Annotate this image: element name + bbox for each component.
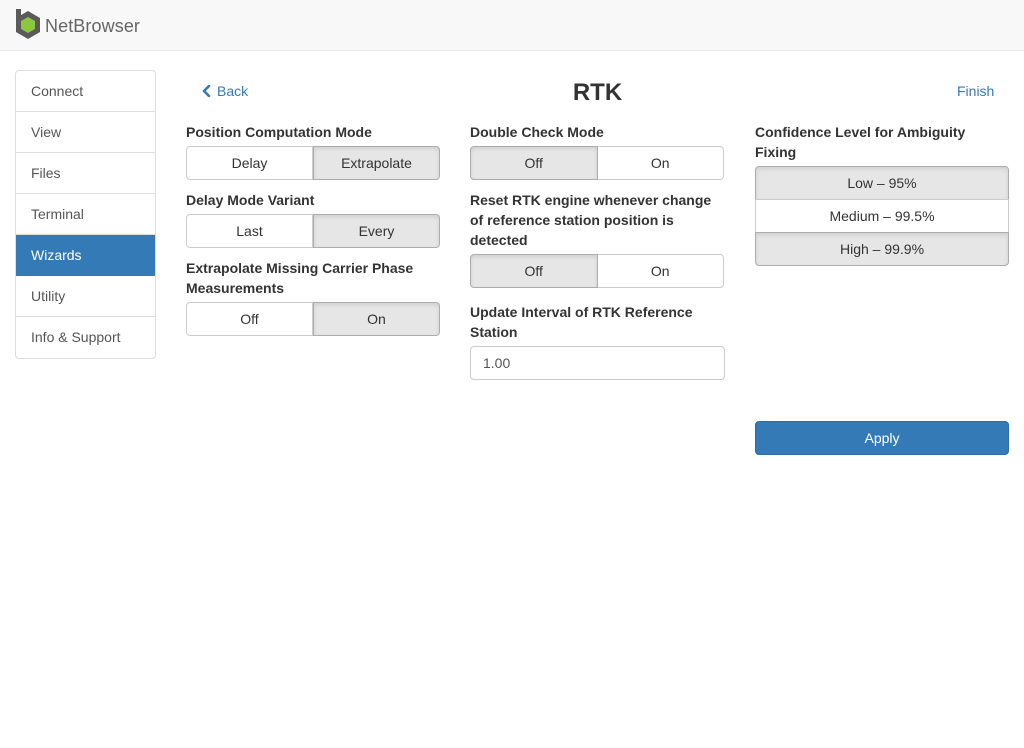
top-navbar: NetBrowser bbox=[0, 0, 1024, 51]
page-title: RTK bbox=[572, 79, 623, 106]
reset-engine-toggle: Off On bbox=[470, 254, 724, 288]
apply-button[interactable]: Apply bbox=[755, 421, 1009, 455]
netbrowser-logo-icon[interactable] bbox=[14, 9, 42, 41]
extrapolate-missing-label: Extrapolate Missing Carrier Phase Measur… bbox=[186, 260, 414, 296]
sidebar-item-utility[interactable]: Utility bbox=[16, 276, 155, 317]
update-interval-label: Update Interval of RTK Reference Station bbox=[470, 304, 693, 340]
brand-name[interactable]: NetBrowser bbox=[45, 16, 140, 37]
position-mode-delay-button[interactable]: Delay bbox=[186, 146, 313, 180]
back-label: Back bbox=[217, 83, 249, 99]
sidebar-item-info-support[interactable]: Info & Support bbox=[16, 317, 155, 358]
position-mode-extrapolate-button[interactable]: Extrapolate bbox=[313, 146, 440, 180]
position-mode-label: Position Computation Mode bbox=[186, 124, 372, 140]
double-check-toggle: Off On bbox=[470, 146, 724, 180]
delay-variant-toggle: Last Every bbox=[186, 214, 440, 248]
delay-variant-label: Delay Mode Variant bbox=[186, 192, 315, 208]
double-check-label: Double Check Mode bbox=[470, 124, 604, 140]
sidebar-item-connect[interactable]: Connect bbox=[16, 71, 155, 112]
confidence-low-button[interactable]: Low – 95% bbox=[755, 166, 1009, 200]
reset-engine-on-button[interactable]: On bbox=[597, 254, 724, 288]
extrapolate-missing-toggle: Off On bbox=[186, 302, 440, 336]
settings-column-3: Confidence Level for Ambiguity Fixing Lo… bbox=[755, 122, 1009, 266]
confidence-label: Confidence Level for Ambiguity Fixing bbox=[755, 124, 966, 160]
extrapolate-missing-off-button[interactable]: Off bbox=[186, 302, 313, 336]
reset-engine-off-button[interactable]: Off bbox=[470, 254, 598, 288]
finish-link[interactable]: Finish bbox=[957, 83, 994, 99]
double-check-on-button[interactable]: On bbox=[597, 146, 724, 180]
confidence-level-group: Low – 95% Medium – 99.5% High – 99.9% bbox=[755, 166, 1009, 266]
back-link[interactable]: Back bbox=[201, 83, 248, 99]
confidence-medium-button[interactable]: Medium – 99.5% bbox=[755, 199, 1009, 233]
sidebar-item-view[interactable]: View bbox=[16, 112, 155, 153]
reset-engine-label: Reset RTK engine whenever change of refe… bbox=[470, 192, 712, 248]
sidebar-nav: Connect View Files Terminal Wizards Util… bbox=[15, 70, 156, 359]
confidence-high-button[interactable]: High – 99.9% bbox=[755, 232, 1009, 266]
double-check-off-button[interactable]: Off bbox=[470, 146, 598, 180]
settings-column-2: Double Check Mode Off On Reset RTK engin… bbox=[470, 122, 725, 380]
extrapolate-missing-on-button[interactable]: On bbox=[313, 302, 440, 336]
sidebar-item-terminal[interactable]: Terminal bbox=[16, 194, 155, 235]
chevron-left-icon bbox=[202, 85, 211, 97]
sidebar-item-files[interactable]: Files bbox=[16, 153, 155, 194]
position-mode-toggle: Delay Extrapolate bbox=[186, 146, 440, 180]
delay-variant-every-button[interactable]: Every bbox=[313, 214, 440, 248]
settings-column-1: Position Computation Mode Delay Extrapol… bbox=[186, 122, 440, 336]
delay-variant-last-button[interactable]: Last bbox=[186, 214, 313, 248]
sidebar-item-wizards[interactable]: Wizards bbox=[16, 235, 155, 276]
update-interval-input[interactable]: 1.00 bbox=[470, 346, 725, 380]
